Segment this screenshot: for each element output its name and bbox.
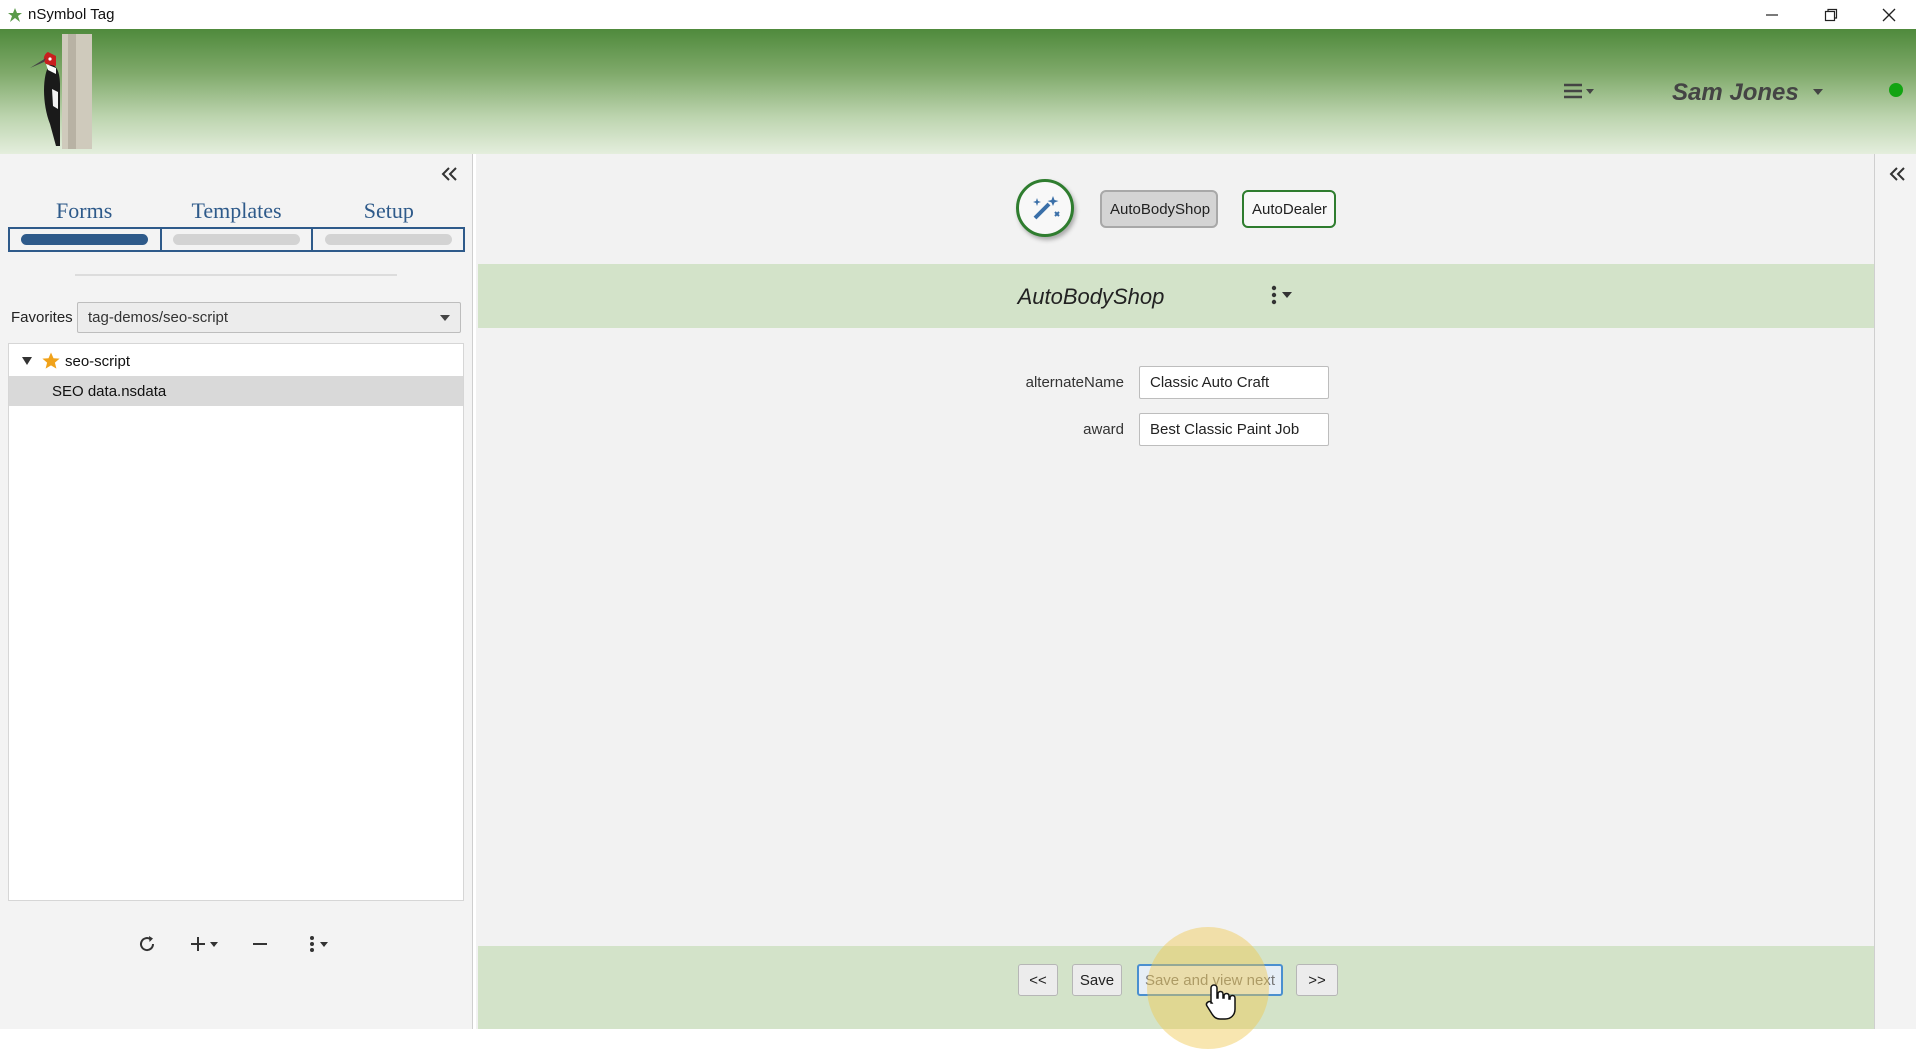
kebab-menu-icon[interactable] <box>1264 284 1300 306</box>
restore-button[interactable] <box>1808 0 1854 29</box>
magic-wand-button[interactable] <box>1016 179 1074 237</box>
right-panel-strip <box>1874 154 1916 1029</box>
hand-cursor-icon <box>1205 984 1236 1020</box>
tab-forms[interactable]: Forms <box>8 198 160 224</box>
previous-button[interactable]: << <box>1018 964 1058 996</box>
add-button[interactable] <box>186 932 226 956</box>
save-button[interactable]: Save <box>1072 964 1122 996</box>
chevron-down-icon[interactable] <box>1812 87 1824 97</box>
remove-button[interactable] <box>245 932 275 956</box>
favorites-value: tag-demos/seo-script <box>88 309 229 326</box>
expand-toggle-icon[interactable] <box>21 356 33 366</box>
refresh-button[interactable] <box>132 932 162 956</box>
woodpecker-logo <box>30 34 92 149</box>
app-logo-icon <box>8 8 22 22</box>
title-bar: nSymbol Tag <box>0 0 1916 29</box>
minus-icon <box>253 943 267 945</box>
left-panel: Forms Templates Setup Favorites tag-demo… <box>0 154 473 1029</box>
favorites-label: Favorites <box>11 309 73 326</box>
tree-item-root[interactable]: seo-script <box>9 346 463 376</box>
close-button[interactable] <box>1866 0 1912 29</box>
collapse-right-icon[interactable] <box>1888 164 1908 184</box>
tab-indicators <box>8 227 465 252</box>
field-label-alternatename: alternateName <box>1025 374 1124 391</box>
tab-templates[interactable]: Templates <box>160 198 312 224</box>
tree-item-label: SEO data.nsdata <box>52 382 167 400</box>
connection-status-indicator <box>1889 83 1903 97</box>
plus-icon <box>191 937 218 951</box>
more-options-button[interactable] <box>302 932 342 956</box>
restore-icon <box>1824 8 1838 21</box>
star-icon <box>42 352 60 369</box>
tree-item-label: seo-script <box>65 352 131 370</box>
user-menu[interactable]: Sam Jones <box>1672 79 1799 107</box>
award-input[interactable]: Best Classic Paint Job <box>1139 413 1329 446</box>
divider <box>75 274 397 276</box>
tab-setup[interactable]: Setup <box>313 198 465 224</box>
file-tree: seo-script SEO data.nsdata <box>8 343 464 901</box>
alternatename-input[interactable]: Classic Auto Craft <box>1139 366 1329 399</box>
close-icon <box>1882 8 1896 21</box>
header-banner: Sam Jones <box>0 29 1916 154</box>
tab-indicator-setup[interactable] <box>313 229 463 250</box>
left-tabs: Forms Templates Setup <box>8 198 465 224</box>
window-title: nSymbol Tag <box>28 6 115 23</box>
minimize-button[interactable] <box>1749 0 1795 29</box>
tree-item-selected[interactable]: SEO data.nsdata <box>9 376 463 406</box>
main-panel: AutoBodyShop AutoDealer AutoBodyShop alt… <box>476 154 1874 1029</box>
next-button[interactable]: >> <box>1296 964 1338 996</box>
type-button-autodealer[interactable]: AutoDealer <box>1242 190 1336 228</box>
hamburger-menu-icon[interactable] <box>1560 80 1600 102</box>
kebab-menu-icon <box>310 936 328 952</box>
type-button-autobodyshop[interactable]: AutoBodyShop <box>1100 190 1218 228</box>
refresh-icon <box>140 936 155 952</box>
form-title: AutoBodyShop <box>1017 284 1165 309</box>
minimize-icon <box>1766 13 1778 16</box>
field-label-award: award <box>1083 421 1124 438</box>
collapse-left-icon[interactable] <box>440 164 460 184</box>
favorites-select[interactable]: tag-demos/seo-script <box>77 302 461 333</box>
tab-indicator-templates[interactable] <box>162 229 314 250</box>
form-header: AutoBodyShop <box>478 264 1874 328</box>
magic-wand-icon <box>1033 196 1060 220</box>
tab-indicator-forms[interactable] <box>10 229 162 250</box>
chevron-down-icon <box>440 315 450 321</box>
